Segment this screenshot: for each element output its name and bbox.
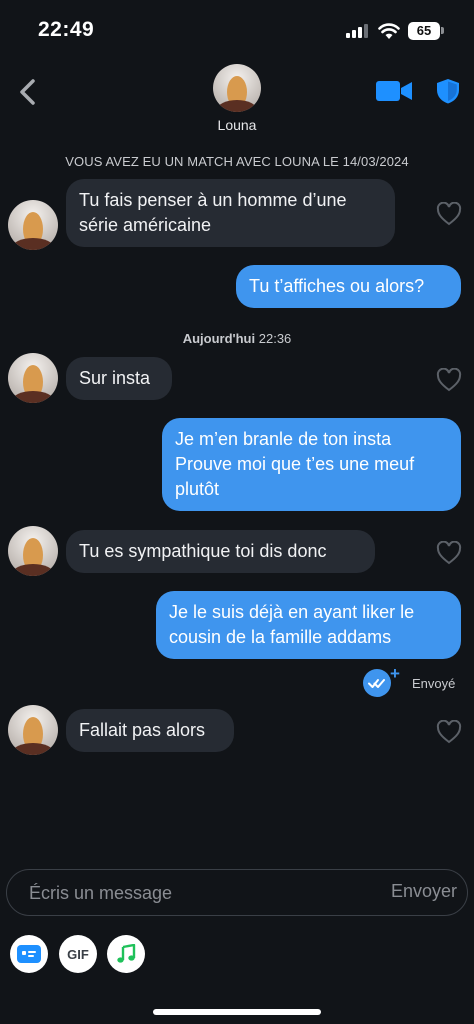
heart-icon[interactable] bbox=[436, 368, 462, 392]
heart-icon[interactable] bbox=[436, 202, 462, 226]
plus-icon[interactable]: + bbox=[390, 664, 400, 684]
video-call-icon[interactable] bbox=[376, 80, 412, 102]
message-line: Je le suis déjà en ayant liker le bbox=[169, 602, 415, 622]
gif-button[interactable]: GIF bbox=[59, 935, 97, 973]
date-time: 22:36 bbox=[258, 331, 292, 346]
message-line: Fallait pas alors bbox=[79, 720, 206, 740]
read-receipt-icon bbox=[363, 669, 391, 697]
message-line: série américaine bbox=[79, 215, 212, 235]
message-line: plutôt bbox=[175, 479, 220, 499]
outgoing-message[interactable]: Tu t’affiches ou alors? bbox=[236, 265, 461, 308]
outgoing-message[interactable]: Je m’en branle de ton insta Prouve moi q… bbox=[162, 418, 461, 511]
gif-label: GIF bbox=[67, 946, 89, 962]
message-line: Prouve moi que t’es une meuf bbox=[175, 454, 415, 474]
wifi-icon bbox=[378, 23, 400, 39]
battery-icon: 65 bbox=[408, 22, 440, 40]
id-card-icon bbox=[17, 945, 41, 963]
contact-avatar[interactable] bbox=[8, 705, 58, 755]
heart-icon[interactable] bbox=[436, 541, 462, 565]
contact-avatar[interactable] bbox=[8, 526, 58, 576]
header-avatar[interactable] bbox=[213, 64, 261, 112]
id-card-button[interactable] bbox=[10, 935, 48, 973]
message-line: Sur insta bbox=[79, 368, 151, 388]
message-line: cousin de la famille addams bbox=[169, 627, 392, 647]
home-indicator[interactable] bbox=[153, 1009, 321, 1015]
message-line: Tu es sympathique toi dis donc bbox=[79, 541, 327, 561]
contact-avatar[interactable] bbox=[8, 353, 58, 403]
heart-icon[interactable] bbox=[436, 720, 462, 744]
send-button[interactable]: Envoyer bbox=[391, 881, 457, 902]
match-banner: VOUS AVEZ EU UN MATCH AVEC LOUNA LE 14/0… bbox=[65, 154, 409, 169]
status-time: 22:49 bbox=[38, 18, 95, 41]
outgoing-message[interactable]: Je le suis déjà en ayant liker le cousin… bbox=[156, 591, 461, 659]
message-line: Je m’en branle de ton insta bbox=[175, 429, 392, 449]
music-button[interactable] bbox=[107, 935, 145, 973]
music-note-icon bbox=[117, 944, 136, 963]
message-composer: Envoyer bbox=[6, 869, 468, 916]
date-separator: Aujourd'hui 22:36 bbox=[0, 331, 474, 346]
message-input[interactable] bbox=[29, 880, 359, 906]
battery-tip bbox=[441, 27, 444, 34]
message-line: Tu t’affiches ou alors? bbox=[249, 276, 425, 296]
incoming-message[interactable]: Fallait pas alors bbox=[66, 709, 234, 752]
incoming-message[interactable]: Tu es sympathique toi dis donc bbox=[66, 530, 375, 573]
contact-name[interactable]: Louna bbox=[187, 117, 287, 133]
shield-icon[interactable] bbox=[436, 78, 460, 104]
back-chevron-icon[interactable] bbox=[14, 76, 42, 108]
incoming-message[interactable]: Sur insta bbox=[66, 357, 172, 400]
sent-status: Envoyé bbox=[412, 676, 456, 691]
date-day: Aujourd'hui bbox=[182, 331, 256, 346]
cellular-signal-icon bbox=[346, 24, 370, 38]
message-line: Tu fais penser à un homme d’une bbox=[79, 190, 347, 210]
incoming-message[interactable]: Tu fais penser à un homme d’une série am… bbox=[66, 179, 395, 247]
contact-avatar[interactable] bbox=[8, 200, 58, 250]
